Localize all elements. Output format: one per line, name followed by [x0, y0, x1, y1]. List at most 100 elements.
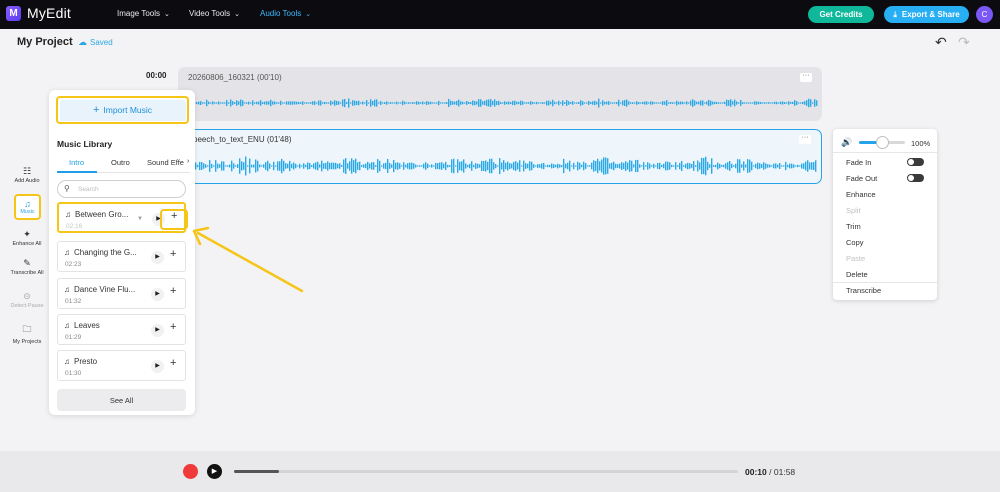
app-logo[interactable]: M MyEdit [6, 5, 71, 21]
add-audio-icon: ☷ [22, 166, 32, 176]
detect-pause-icon: ⊝ [23, 291, 31, 301]
chevron-right-icon[interactable]: › [187, 158, 189, 165]
menu-divider [833, 152, 937, 153]
song-name: Presto [74, 357, 98, 366]
play-button[interactable]: ▶ [207, 464, 222, 479]
sidebar-item-add-audio[interactable]: ☷ Add Audio [8, 166, 46, 184]
add-button[interactable]: + [170, 321, 176, 333]
avatar[interactable]: C [976, 6, 993, 23]
track-menu-button[interactable]: ··· [799, 134, 811, 144]
download-icon: ⤓ [893, 9, 897, 19]
app-name: MyEdit [27, 5, 71, 21]
audio-track-1[interactable]: 20260806_160321 (00'10) ··· [178, 67, 822, 121]
music-note-icon: ♫ [64, 357, 70, 366]
sidebar-item-detect-pause[interactable]: ⊝ Detect Pause [8, 291, 46, 309]
seek-bar-progress [234, 470, 279, 473]
list-item[interactable]: ♫ Changing the G... 02:23 ▶ + [57, 241, 186, 272]
menu-item-copy[interactable]: Copy [846, 238, 864, 247]
sidebar-item-transcribe-all[interactable]: ✎ Transcribe All [8, 258, 46, 276]
menu-divider [833, 282, 937, 283]
highlight-box [160, 209, 188, 230]
sidebar-item-music[interactable]: ♫ Music [14, 194, 41, 220]
play-button[interactable]: ▶ [151, 360, 164, 373]
menu-item-paste: Paste [846, 254, 866, 263]
active-tab-indicator [57, 171, 97, 173]
track-title: 20260806_160321 (00'10) [188, 73, 282, 82]
sidebar-item-enhance-all[interactable]: ✦ Enhance All [8, 229, 46, 247]
menu-item-delete[interactable]: Delete [846, 270, 868, 279]
cloud-check-icon: ☁ [78, 37, 87, 47]
transcribe-icon: ✎ [23, 258, 31, 268]
tab-outro[interactable]: Outro [111, 158, 130, 167]
song-duration: 02:23 [65, 261, 82, 268]
music-note-icon: ♫ [64, 321, 70, 330]
export-share-button[interactable]: ⤓ Export & Share [884, 6, 969, 23]
top-navigation-bar: M MyEdit Image Tools ⌄ Video Tools ⌄ Audio… [0, 0, 1000, 29]
nav-video-tools[interactable]: Video Tools ⌄ [189, 9, 240, 18]
menu-item-enhance[interactable]: Enhance [846, 190, 876, 199]
music-note-icon: ♫ [65, 210, 71, 219]
nav-image-tools[interactable]: Image Tools ⌄ [117, 9, 170, 18]
menu-item-split: Split [846, 206, 861, 215]
track-title: peech_to_text_ENU (01'48) [193, 135, 292, 144]
song-duration: 01:30 [65, 370, 82, 377]
see-all-button[interactable]: See All [57, 389, 186, 411]
folder-icon: 🗀 [22, 324, 32, 334]
sidebar-item-my-projects[interactable]: 🗀 My Projects [8, 322, 46, 345]
nav-audio-tools[interactable]: Audio Tools ⌄ [260, 9, 311, 18]
play-button[interactable]: ▶ [151, 251, 164, 264]
song-duration: 01:32 [65, 298, 82, 305]
fade-in-toggle[interactable] [907, 158, 924, 166]
volume-icon: 🔊 [841, 137, 853, 147]
list-item[interactable]: ♫ Dance Vine Flu... 01:32 ▶ + [57, 278, 186, 309]
redo-button[interactable]: ↷ [958, 34, 970, 51]
add-button[interactable]: + [170, 285, 176, 297]
search-input[interactable] [78, 184, 178, 195]
menu-item-fade-out[interactable]: Fade Out [846, 174, 877, 183]
search-icon: ⚲ [64, 184, 70, 193]
song-name: Between Gro... [75, 210, 129, 219]
timeline-start-time: 00:00 [146, 71, 167, 80]
chevron-down-icon: ⌄ [164, 10, 170, 18]
song-duration: 01:29 [65, 334, 82, 341]
current-time: 00:10 [745, 467, 767, 477]
logo-icon: M [6, 5, 21, 21]
seek-bar[interactable] [234, 470, 738, 473]
menu-item-fade-in[interactable]: Fade In [846, 158, 871, 167]
tab-intro[interactable]: Intro [69, 158, 84, 167]
list-item[interactable]: ♫ Presto 01:30 ▶ + [57, 350, 186, 381]
import-music-button[interactable]: + Import Music [56, 96, 189, 124]
fade-out-toggle[interactable] [907, 174, 924, 182]
search-box[interactable]: ⚲ [57, 180, 186, 198]
music-note-icon: ♫ [64, 285, 70, 294]
magic-wand-icon: ✦ [23, 229, 31, 239]
library-title: Music Library [57, 139, 113, 149]
track-menu-button[interactable]: ··· [800, 72, 812, 82]
volume-slider-handle[interactable] [876, 136, 889, 149]
tab-sound-effects[interactable]: Sound Effe [147, 158, 184, 167]
save-status: ☁ Saved [78, 37, 113, 47]
music-note-icon: ♫ [64, 248, 70, 257]
waveform [184, 98, 818, 108]
time-separator: / [769, 467, 772, 477]
list-item[interactable]: ♫ Leaves 01:29 ▶ + [57, 314, 186, 345]
chevron-down-icon: ⌄ [305, 10, 312, 18]
chevron-down-icon: ▼ [137, 216, 143, 222]
music-icon: ♫ [24, 199, 31, 209]
menu-item-transcribe[interactable]: Transcribe [846, 286, 881, 295]
play-button[interactable]: ▶ [151, 324, 164, 337]
play-button[interactable]: ▶ [151, 288, 164, 301]
plus-icon: + [92, 104, 100, 116]
song-name: Dance Vine Flu... [74, 285, 136, 294]
undo-button[interactable]: ↶ [935, 34, 947, 51]
audio-track-2[interactable]: peech_to_text_ENU (01'48) ··· [178, 129, 822, 184]
project-title[interactable]: My Project [17, 36, 73, 48]
record-button[interactable] [183, 464, 198, 479]
volume-value: 100% [911, 139, 931, 148]
add-button[interactable]: + [170, 248, 176, 260]
annotation-arrow [192, 226, 304, 293]
get-credits-button[interactable]: Get Credits [808, 6, 874, 23]
total-time: 01:58 [773, 467, 796, 477]
menu-item-trim[interactable]: Trim [846, 222, 861, 231]
add-button[interactable]: + [170, 357, 176, 369]
